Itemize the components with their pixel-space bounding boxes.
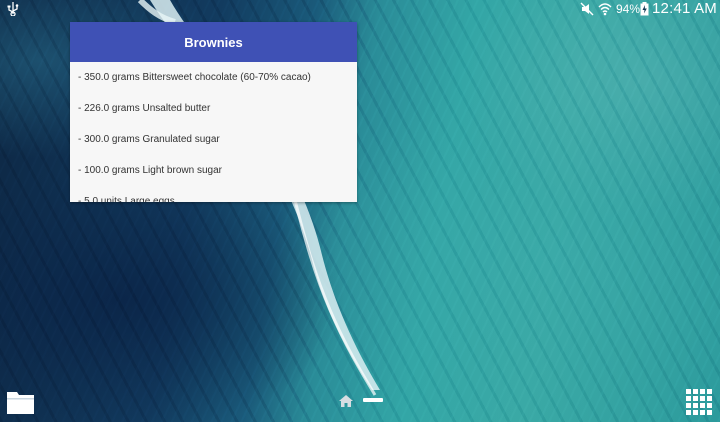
ingredient-list[interactable]: - 350.0 grams Bittersweet chocolate (60-…: [70, 62, 357, 202]
status-clock: 12:41 AM: [652, 0, 717, 17]
list-item[interactable]: - 300.0 grams Granulated sugar: [70, 124, 357, 155]
battery-charging-icon: [640, 2, 649, 16]
wifi-icon: [598, 3, 612, 16]
folder-icon[interactable]: [7, 389, 34, 414]
mute-icon: [580, 2, 594, 16]
page-indicator[interactable]: [363, 398, 383, 402]
home-icon[interactable]: [339, 395, 353, 407]
list-item[interactable]: - 100.0 grams Light brown sugar: [70, 155, 357, 186]
usb-icon: [7, 2, 19, 16]
recipe-title[interactable]: Brownies: [70, 22, 357, 62]
list-item[interactable]: - 350.0 grams Bittersweet chocolate (60-…: [70, 62, 357, 93]
list-item[interactable]: - 226.0 grams Unsalted butter: [70, 93, 357, 124]
apps-grid-icon[interactable]: [686, 389, 712, 415]
status-bar: 94% 12:41 AM: [0, 0, 720, 18]
battery-percent: 94%: [616, 2, 641, 16]
list-item[interactable]: - 5.0 units Large eggs: [70, 186, 357, 202]
recipe-widget[interactable]: Brownies - 350.0 grams Bittersweet choco…: [70, 22, 357, 202]
